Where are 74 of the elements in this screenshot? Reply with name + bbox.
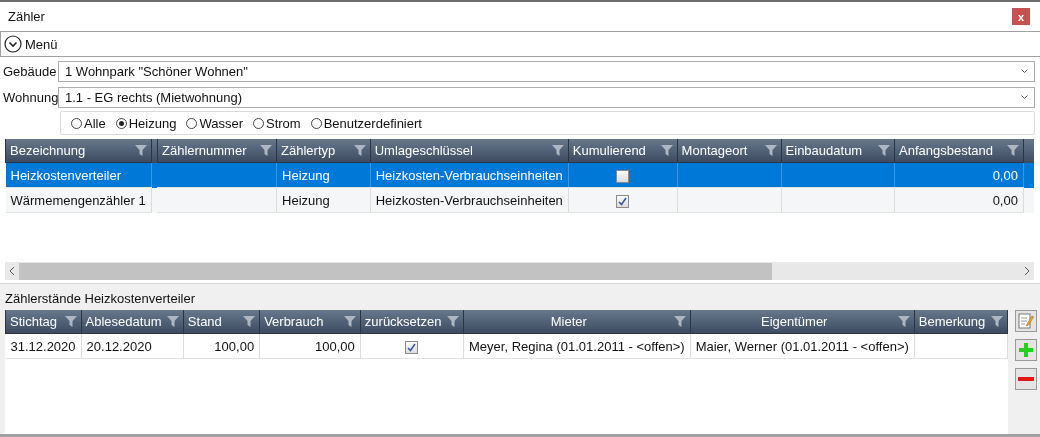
remove-button[interactable] <box>1015 368 1037 390</box>
filter-icon[interactable] <box>764 145 777 156</box>
column-header[interactable]: Montageort <box>677 139 782 163</box>
radio-button[interactable]: Wasser <box>186 115 243 131</box>
column-header[interactable]: Eigentümer <box>690 310 915 334</box>
table-cell: 100,00 <box>183 333 260 359</box>
chevron-down-icon <box>1021 69 1028 73</box>
filter-icon[interactable] <box>166 316 179 327</box>
column-header[interactable]: zurücksetzen <box>360 310 464 334</box>
table-cell: Heizkosten-Verbrauchseinheiten <box>370 187 569 213</box>
filter-icon[interactable] <box>660 145 673 156</box>
checkbox[interactable] <box>405 340 419 354</box>
dropdown[interactable]: 1.1 - EG rechts (Mietwohnung) <box>58 86 1035 108</box>
radio-button[interactable]: Alle <box>71 115 106 131</box>
table-cell: 100,00 <box>259 333 361 359</box>
menu-button[interactable]: Menü <box>4 35 58 53</box>
column-header[interactable]: Zählernummer <box>157 139 277 163</box>
filter-icon[interactable] <box>134 145 147 156</box>
filter-icon[interactable] <box>673 316 686 327</box>
radio-button[interactable]: Heizung <box>115 115 177 131</box>
table-cell: Heizkostenverteiler <box>5 162 152 188</box>
chevron-down-icon <box>4 35 22 53</box>
column-header[interactable]: Kumulierend <box>568 139 678 163</box>
table-cell: Heizkosten-Verbrauchseinheiten <box>370 162 569 188</box>
filter-icon[interactable] <box>243 316 256 327</box>
table-cell: 20.12.2020 <box>81 333 184 359</box>
chevron-down-icon <box>1021 95 1028 99</box>
table-cell: 0,00 <box>894 187 1024 213</box>
table-cell: 0,00 <box>894 162 1024 188</box>
checkbox[interactable] <box>616 194 630 208</box>
column-header[interactable]: Stand <box>183 310 260 334</box>
table-cell: Meyer, Regina (01.01.2011 - <offen>) <box>463 333 691 359</box>
column-header[interactable]: Anfangsbestand <box>894 139 1024 163</box>
filter-icon[interactable] <box>1006 145 1019 156</box>
column-header[interactable]: Ablesedatum <box>81 310 184 334</box>
scroll-right-icon[interactable] <box>1024 267 1030 275</box>
column-header[interactable]: Bemerkung <box>914 310 1008 334</box>
field-label: Gebäude <box>2 63 58 79</box>
table-cell: Wärmemengenzähler 1 <box>5 187 152 213</box>
table-cell: Heizung <box>276 162 371 188</box>
column-header[interactable]: Umlageschlüssel <box>370 139 569 163</box>
filter-icon[interactable] <box>64 316 77 327</box>
table-cell: 31.12.2020 <box>5 333 82 359</box>
column-header[interactable]: Bezeichnung <box>5 139 152 163</box>
filter-icon[interactable] <box>897 316 910 327</box>
filter-icon[interactable] <box>343 316 356 327</box>
plus-icon <box>1018 342 1034 358</box>
checkbox[interactable] <box>616 169 630 183</box>
column-header[interactable]: Verbrauch <box>259 310 361 334</box>
table-cell: Maier, Werner (01.01.2011 - <offen>) <box>690 333 915 359</box>
scroll-left-icon[interactable] <box>9 267 15 275</box>
add-button[interactable] <box>1015 339 1037 361</box>
radio-button[interactable]: Benutzerdefiniert <box>310 115 422 131</box>
filter-icon[interactable] <box>447 316 459 327</box>
horizontal-scrollbar[interactable] <box>5 262 1034 280</box>
column-header[interactable]: Stichtag <box>5 310 82 334</box>
section-title: Zählerstände Heizkostenverteiler <box>4 290 197 308</box>
filter-icon[interactable] <box>878 145 890 156</box>
filter-icon[interactable] <box>353 145 366 156</box>
dropdown[interactable]: 1 Wohnpark "Schöner Wohnen" <box>58 60 1035 82</box>
column-header[interactable]: Einbaudatum <box>781 139 895 163</box>
column-header[interactable]: Mieter <box>463 310 691 334</box>
window-title: Zähler <box>8 9 45 24</box>
field-label: Wohnung <box>2 89 58 105</box>
close-button[interactable]: x <box>1012 8 1030 25</box>
notepad-pencil-icon <box>1018 313 1034 329</box>
filter-icon[interactable] <box>991 316 1003 327</box>
column-header[interactable]: Zählertyp <box>276 139 371 163</box>
table-cell: Heizung <box>276 187 371 213</box>
edit-button[interactable] <box>1015 310 1037 332</box>
filter-icon[interactable] <box>551 145 564 156</box>
filter-icon[interactable] <box>260 145 273 156</box>
radio-button[interactable]: Strom <box>252 115 301 131</box>
minus-icon <box>1018 376 1034 382</box>
